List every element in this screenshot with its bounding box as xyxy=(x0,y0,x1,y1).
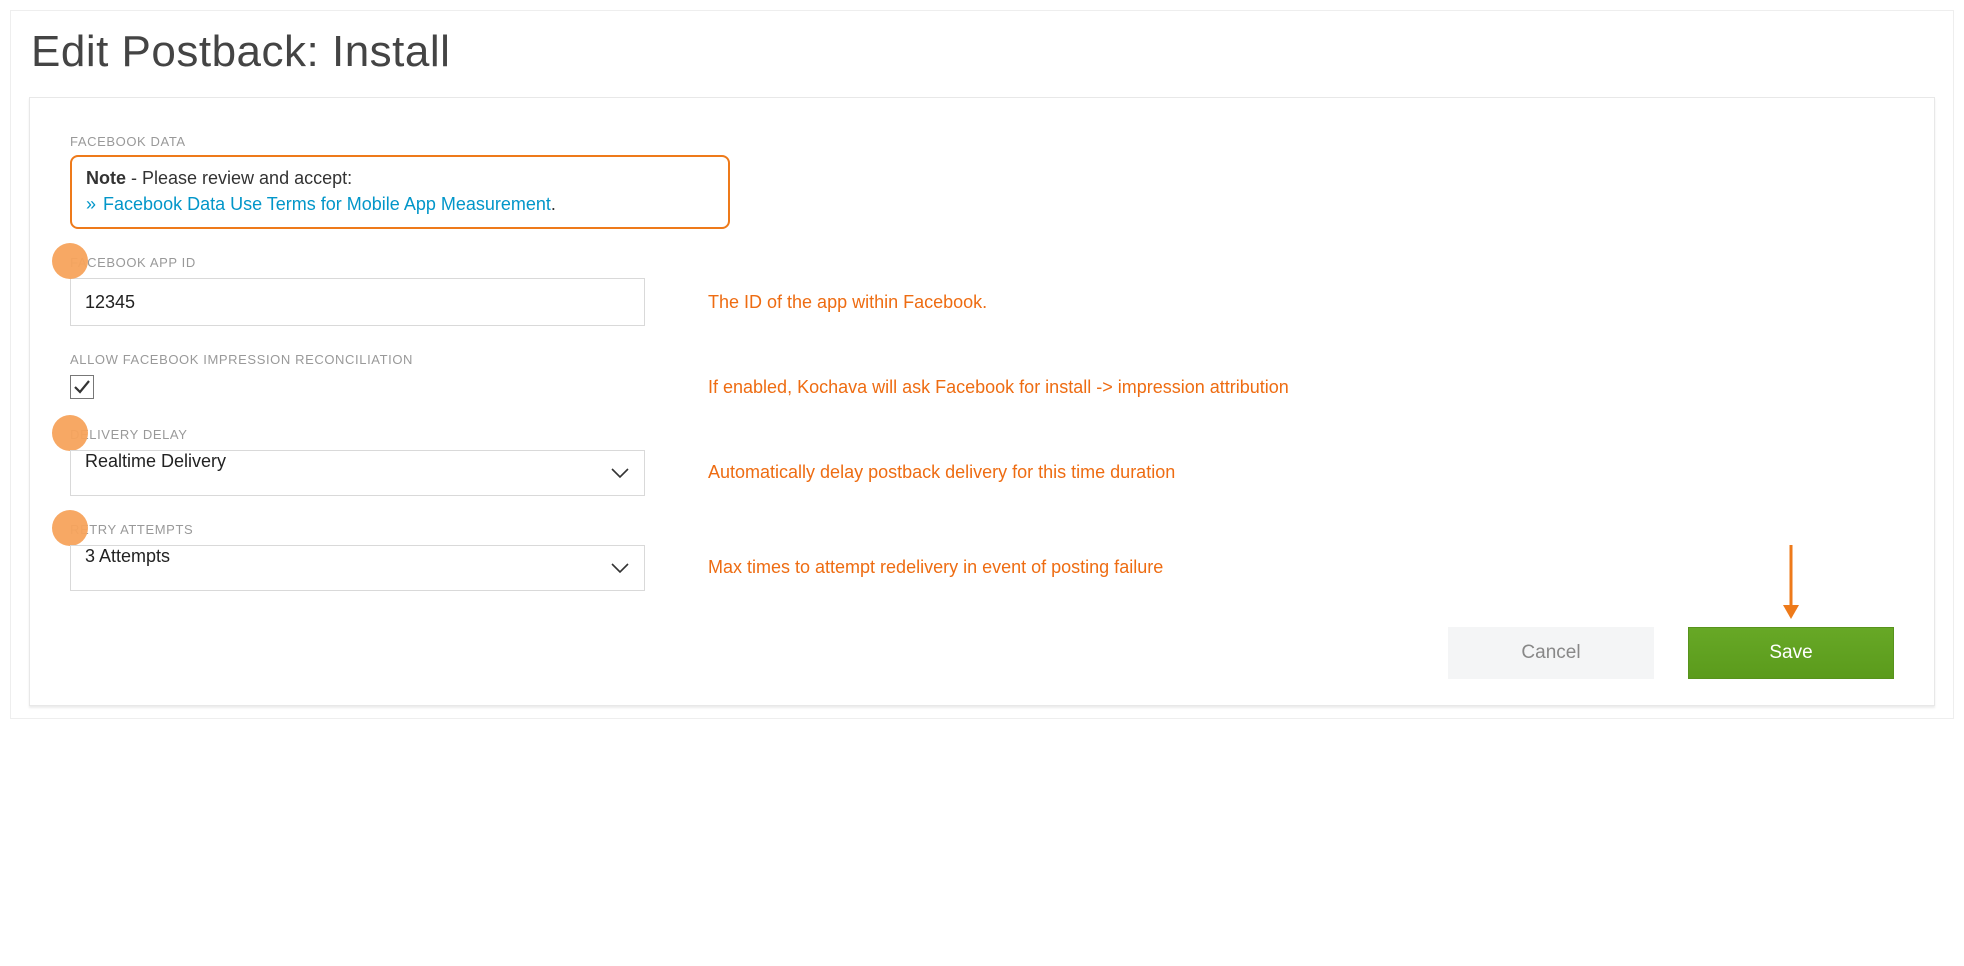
facebook-data-label: FACEBOOK DATA xyxy=(70,134,1894,149)
annotation-marker xyxy=(52,415,88,451)
note-period: . xyxy=(551,194,556,214)
delivery-delay-select[interactable]: Realtime Delivery xyxy=(70,450,645,496)
impression-help: If enabled, Kochava will ask Facebook fo… xyxy=(708,376,1289,399)
page-title: Edit Postback: Install xyxy=(31,27,1935,77)
row-app-id: FACEBOOK APP ID The ID of the app within… xyxy=(70,255,1894,326)
delivery-delay-label: DELIVERY DELAY xyxy=(70,427,690,442)
retry-attempts-select[interactable]: 3 Attempts xyxy=(70,545,645,591)
annotation-marker xyxy=(52,510,88,546)
retry-attempts-label: RETRY ATTEMPTS xyxy=(70,522,690,537)
annotation-marker xyxy=(52,243,88,279)
save-button[interactable]: Save xyxy=(1688,627,1894,679)
row-delivery-delay: DELIVERY DELAY Realtime Delivery Automat… xyxy=(70,427,1894,496)
raquo-icon: » xyxy=(86,194,96,214)
row-impression: ALLOW FACEBOOK IMPRESSION RECONCILIATION… xyxy=(70,352,1894,401)
retry-attempts-help: Max times to attempt redelivery in event… xyxy=(708,556,1163,579)
impression-label: ALLOW FACEBOOK IMPRESSION RECONCILIATION xyxy=(70,352,1894,367)
note-lead: - Please review and accept: xyxy=(126,168,352,188)
row-retry-attempts: RETRY ATTEMPTS 3 Attempts Max times to a… xyxy=(70,522,1894,591)
app-id-field[interactable] xyxy=(70,278,645,326)
app-id-label: FACEBOOK APP ID xyxy=(70,255,690,270)
terms-link[interactable]: Facebook Data Use Terms for Mobile App M… xyxy=(103,194,551,214)
form-panel: FACEBOOK DATA Note - Please review and a… xyxy=(29,97,1935,706)
impression-checkbox[interactable] xyxy=(70,375,94,399)
page-frame: Edit Postback: Install FACEBOOK DATA Not… xyxy=(10,10,1954,719)
check-icon xyxy=(73,378,91,396)
note-box: Note - Please review and accept: » Faceb… xyxy=(70,155,730,229)
cancel-button[interactable]: Cancel xyxy=(1448,627,1654,679)
app-id-help: The ID of the app within Facebook. xyxy=(708,291,987,314)
delivery-delay-help: Automatically delay postback delivery fo… xyxy=(708,461,1175,484)
arrow-down-icon xyxy=(1779,543,1803,626)
note-prefix: Note xyxy=(86,168,126,188)
form-actions: Cancel Save xyxy=(70,627,1894,679)
